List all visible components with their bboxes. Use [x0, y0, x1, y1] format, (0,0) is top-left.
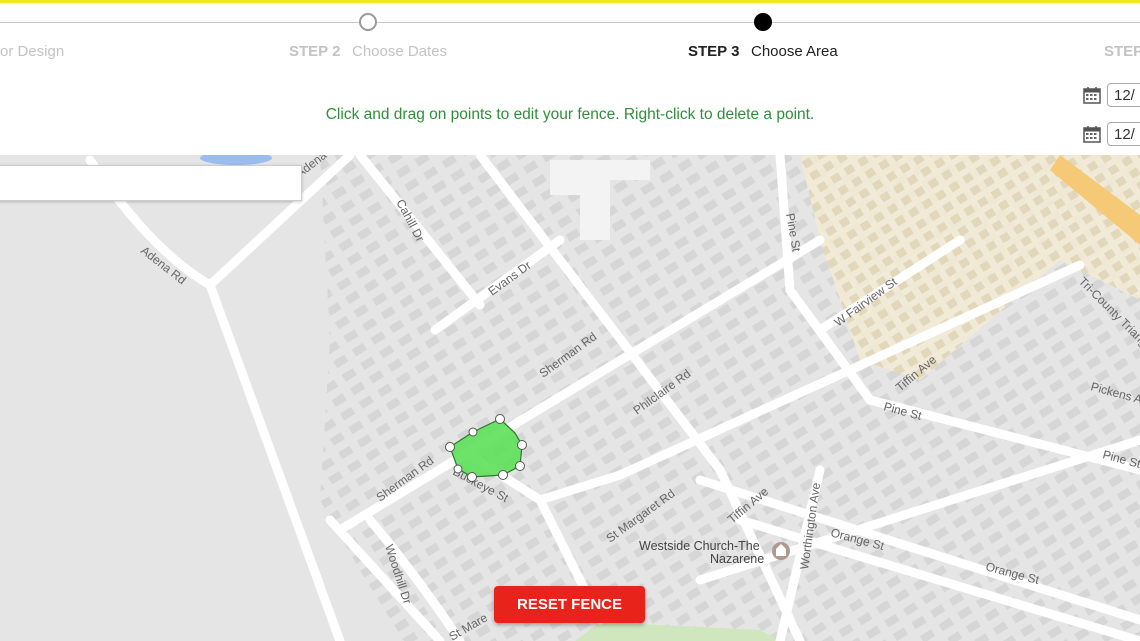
step-3-indicator[interactable] — [754, 13, 772, 31]
step-2-label[interactable]: Choose Dates — [352, 43, 447, 60]
end-date-field[interactable]: 12/ — [1107, 122, 1140, 146]
step-3-label: Choose Area — [751, 43, 838, 60]
calendar-icon — [1083, 87, 1101, 104]
fence-vertex-handle[interactable] — [445, 442, 455, 452]
top-accent-bar — [0, 0, 1140, 3]
fence-vertex-handle[interactable] — [467, 472, 477, 482]
poi-label: Nazarene — [710, 552, 764, 566]
map-search-input[interactable] — [0, 165, 302, 201]
step-1-label[interactable]: or Design — [0, 43, 64, 60]
end-date-picker[interactable]: 12/ — [1083, 122, 1140, 146]
step-2-number[interactable]: STEP 2 — [289, 43, 340, 60]
fence-instructions: Click and drag on points to edit your fe… — [325, 106, 815, 123]
map-canvas[interactable]: Adena Rd Adena Rd Cahill Dr Evans Dr Pin… — [0, 155, 1140, 641]
calendar-icon — [1083, 126, 1101, 143]
fence-vertex-handle[interactable] — [515, 461, 525, 471]
step-4-number[interactable]: STEP — [1104, 43, 1140, 60]
fence-vertex-handle[interactable] — [495, 414, 505, 424]
start-date-field[interactable]: 12/ — [1107, 83, 1140, 107]
fence-vertex-handle[interactable] — [453, 464, 463, 474]
step-3-number: STEP 3 — [688, 43, 740, 60]
step-progress-line — [0, 22, 1140, 23]
fence-vertex-handle[interactable] — [517, 440, 527, 450]
start-date-picker[interactable]: 12/ — [1083, 83, 1140, 107]
reset-fence-button[interactable]: RESET FENCE — [494, 586, 645, 623]
poi-label: Westside Church-The — [639, 539, 760, 553]
step-2-indicator[interactable] — [359, 13, 377, 31]
fence-vertex-handle[interactable] — [468, 427, 478, 437]
fence-vertex-handle[interactable] — [498, 470, 508, 480]
map-layer[interactable]: Adena Rd Adena Rd Cahill Dr Evans Dr Pin… — [0, 155, 1140, 641]
church-icon[interactable] — [772, 542, 790, 560]
